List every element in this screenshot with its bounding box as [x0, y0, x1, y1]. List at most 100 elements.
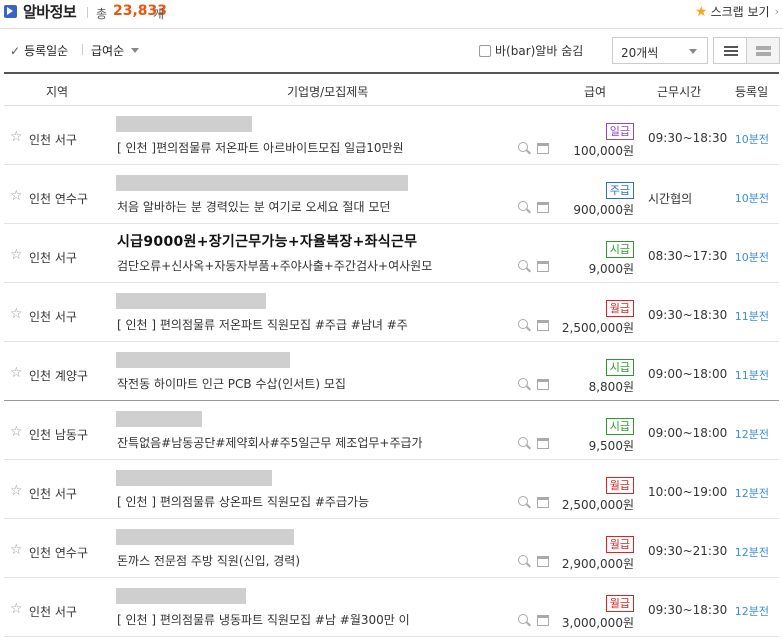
sort-by-pay-button[interactable]: 급여순 — [91, 42, 140, 59]
favorite-star-icon[interactable]: ☆ — [10, 365, 23, 381]
list-view-button[interactable] — [713, 37, 747, 64]
table-row[interactable]: ☆ 인천 서구 [ 인천 ]편의점물류 저온파트 아르바이트모집 일급10만원 … — [4, 106, 779, 165]
pay-type-badge: 월급 — [605, 536, 634, 553]
work-hours: 시간협의 — [648, 192, 693, 206]
job-title-link[interactable]: [ 인천 ]편의점물류 저온파트 아르바이트모집 일급10만원 — [117, 139, 404, 156]
job-title-link[interactable]: 돈까스 전문점 주방 직원(신입, 경력) — [117, 552, 300, 569]
per-page-value: 20개씩 — [621, 46, 659, 60]
table-row[interactable]: ☆ 인천 연수구 처음 알바하는 분 경력있는 분 여기로 오세요 절대 모던 … — [4, 165, 779, 224]
col-posted[interactable]: 등록일 — [735, 83, 768, 100]
zoom-preview-icon[interactable] — [518, 260, 531, 273]
table-row[interactable]: ☆ 인천 서구 [ 인천 ] 편의점물류 냉동파트 직원모집 #남 #월300만… — [4, 578, 779, 637]
hide-bar-label: 바(bar)알바 숨김 — [495, 44, 584, 58]
region: 인천 서구 — [29, 310, 77, 324]
pay-amount: 900,000원 — [573, 203, 634, 217]
favorite-star-icon[interactable]: ☆ — [10, 601, 23, 617]
card-view-button[interactable] — [746, 37, 780, 64]
zoom-preview-icon[interactable] — [518, 614, 531, 627]
scrap-button[interactable]: ★ 스크랩 보기 › — [695, 3, 779, 20]
table-row[interactable]: ☆ 인천 남동구 잔특없음#남동공단#제약회사#주5일근무 제조업무+주급가 시… — [4, 401, 779, 460]
favorite-star-icon[interactable]: ☆ — [10, 542, 23, 558]
company-name-redacted — [116, 529, 294, 545]
header: 알바정보 총 23,833 개 ★ 스크랩 보기 › — [0, 0, 783, 24]
new-window-icon[interactable] — [537, 438, 549, 449]
new-window-icon[interactable] — [537, 320, 549, 331]
per-page-select[interactable]: 20개씩 — [612, 37, 708, 64]
job-title-link[interactable]: [ 인천 ] 편의점물류 저온파트 직원모집 #주급 #남녀 #주 — [117, 316, 408, 333]
hide-bar-jobs-checkbox[interactable]: 바(bar)알바 숨김 — [479, 42, 583, 59]
new-window-icon[interactable] — [537, 615, 549, 626]
table-row[interactable]: ☆ 인천 연수구 돈까스 전문점 주방 직원(신입, 경력) 월급 2,900,… — [4, 519, 779, 578]
region: 인천 계양구 — [29, 369, 89, 383]
pay-amount: 2,500,000원 — [561, 321, 634, 335]
caret-down-icon — [131, 48, 140, 53]
section-icon — [4, 5, 17, 18]
new-window-icon[interactable] — [537, 497, 549, 508]
job-title-link[interactable]: 잔특없음#남동공단#제약회사#주5일근무 제조업무+주급가 — [117, 434, 423, 451]
col-hours: 근무시간 — [657, 85, 702, 99]
zoom-preview-icon[interactable] — [518, 437, 531, 450]
col-region: 지역 — [46, 85, 69, 99]
zoom-preview-icon[interactable] — [518, 555, 531, 568]
table-row[interactable]: ☆ 인천 계양구 작전동 하이마트 인근 PCB 수삽(인서트) 모집 시급 8… — [4, 342, 779, 401]
job-title-link[interactable]: 처음 알바하는 분 경력있는 분 여기로 오세요 절대 모던 — [117, 198, 390, 215]
posted-time: 12분전 — [734, 428, 769, 441]
zoom-preview-icon[interactable] — [518, 201, 531, 214]
col-pay[interactable]: 급여 — [584, 83, 606, 100]
pay-type-badge: 시급 — [605, 418, 634, 435]
new-window-icon[interactable] — [537, 143, 549, 154]
check-icon: ✓ — [10, 43, 21, 58]
pay-amount: 100,000원 — [573, 144, 634, 158]
region: 인천 서구 — [29, 251, 77, 265]
job-title-link[interactable]: [ 인천 ] 편의점물류 냉동파트 직원모집 #남 #월300만 이 — [117, 611, 410, 628]
divider — [87, 7, 88, 18]
zoom-preview-icon[interactable] — [518, 378, 531, 391]
company-name[interactable]: 시급9000원+장기근무가능+자율복장+좌식근무 — [117, 231, 417, 251]
posted-time: 10분전 — [734, 133, 769, 146]
zoom-preview-icon[interactable] — [518, 142, 531, 155]
new-window-icon[interactable] — [537, 556, 549, 567]
favorite-star-icon[interactable]: ☆ — [10, 129, 23, 145]
chevron-right-icon: › — [774, 5, 779, 18]
pay-type-badge: 시급 — [605, 359, 634, 376]
table-row[interactable]: ☆ 인천 서구 [ 인천 ] 편의점물류 상온파트 직원모집 #주급가능 월급 … — [4, 460, 779, 519]
pay-type-badge: 월급 — [605, 477, 634, 494]
region: 인천 연수구 — [29, 546, 89, 560]
pay-amount: 2,900,000원 — [561, 557, 634, 571]
work-hours: 08:30~17:30 — [648, 249, 728, 263]
pay-type-badge: 주급 — [605, 182, 634, 199]
zoom-preview-icon[interactable] — [518, 319, 531, 332]
divider — [82, 44, 83, 55]
star-icon: ★ — [695, 3, 708, 20]
table-row[interactable]: ☆ 인천 서구 시급9000원+장기근무가능+자율복장+좌식근무 검단오류+신사… — [4, 224, 779, 283]
company-name-redacted — [116, 116, 252, 132]
region: 인천 서구 — [29, 605, 77, 619]
zoom-preview-icon[interactable] — [518, 496, 531, 509]
favorite-star-icon[interactable]: ☆ — [10, 483, 23, 499]
caret-down-icon — [689, 49, 697, 54]
sort-by-date-button[interactable]: ✓ 등록일순 — [10, 42, 68, 59]
favorite-star-icon[interactable]: ☆ — [10, 247, 23, 263]
job-title-link[interactable]: [ 인천 ] 편의점물류 상온파트 직원모집 #주급가능 — [117, 493, 369, 510]
favorite-star-icon[interactable]: ☆ — [10, 188, 23, 204]
new-window-icon[interactable] — [537, 379, 549, 390]
scrap-label: 스크랩 보기 — [710, 5, 770, 19]
checkbox-box[interactable] — [479, 44, 491, 57]
pay-amount: 3,000,000원 — [561, 616, 634, 630]
work-hours: 09:30~21:30 — [648, 544, 728, 558]
job-title-link[interactable]: 검단오류+신사옥+자동자부품+주야사출+주간검사+여사원모 — [117, 257, 432, 274]
work-hours: 10:00~19:00 — [648, 485, 728, 499]
new-window-icon[interactable] — [537, 261, 549, 272]
page-title: 알바정보 — [23, 3, 77, 21]
pay-amount: 8,800원 — [588, 380, 634, 394]
favorite-star-icon[interactable]: ☆ — [10, 306, 23, 322]
region: 인천 연수구 — [29, 192, 89, 206]
pay-type-badge: 월급 — [605, 595, 634, 612]
posted-time: 10분전 — [734, 251, 769, 264]
favorite-star-icon[interactable]: ☆ — [10, 424, 23, 440]
job-title-link[interactable]: 작전동 하이마트 인근 PCB 수삽(인서트) 모집 — [117, 375, 346, 392]
pay-type-badge: 시급 — [605, 241, 634, 258]
table-row[interactable]: ☆ 인천 서구 [ 인천 ] 편의점물류 저온파트 직원모집 #주급 #남녀 #… — [4, 283, 779, 342]
new-window-icon[interactable] — [537, 202, 549, 213]
posted-time: 12분전 — [734, 605, 769, 618]
